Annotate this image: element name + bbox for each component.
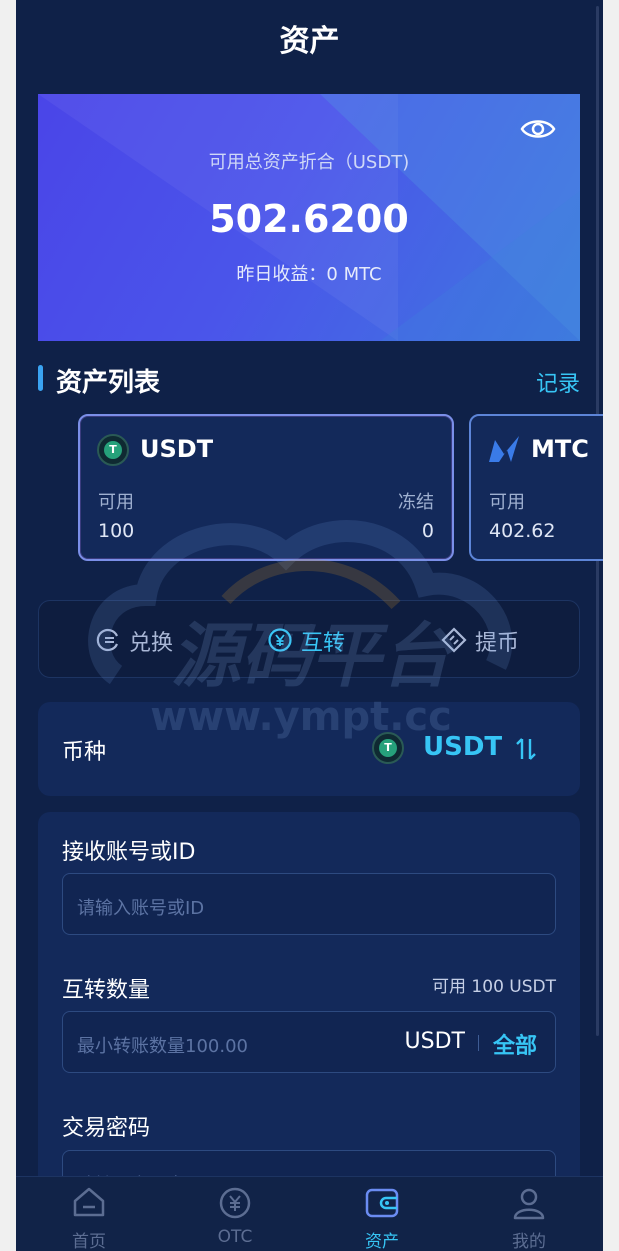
currency-selector[interactable]: 币种 T USDT — [38, 702, 580, 796]
action-tabs: 兑换 互转 提币 — [38, 600, 580, 678]
tab-label: 兑换 — [129, 631, 174, 656]
frozen-label: 冻结 — [398, 492, 434, 513]
tab-label: 提币 — [475, 631, 520, 656]
otc-icon — [219, 1187, 251, 1219]
balance-card: 可用总资产折合（USDT) 502.6200 昨日收益：0 MTC — [38, 94, 580, 341]
currency-label: 币种 — [62, 740, 107, 765]
record-link[interactable]: 记录 — [536, 366, 580, 398]
mtc-icon — [489, 436, 519, 462]
amount-label: 互转数量 — [62, 978, 151, 1003]
coin-name: USDT — [140, 435, 214, 463]
amount-placeholder: 最小转账数量100.00 — [77, 1036, 248, 1057]
account-placeholder: 请输入账号或ID — [77, 898, 205, 919]
bottom-nav: 首页 OTC 资产 我的 — [16, 1176, 603, 1251]
nav-otc[interactable]: OTC — [162, 1177, 308, 1251]
asset-list-title: 资产列表 — [56, 368, 161, 398]
page-title: 资产 — [279, 24, 340, 59]
home-icon — [73, 1187, 105, 1217]
yen-transfer-icon — [268, 628, 292, 652]
balance-label: 可用总资产折合（USDT) — [208, 152, 410, 173]
amount-available: 可用 100 USDT — [432, 977, 556, 997]
available-label: 可用 — [489, 492, 525, 513]
coin-name: MTC — [531, 435, 589, 463]
nav-label: 首页 — [72, 1232, 106, 1251]
withdraw-icon — [441, 627, 467, 653]
nav-label: OTC — [217, 1227, 253, 1247]
coin-card-mtc[interactable]: MTC 可用 402.62 — [469, 414, 603, 561]
password-label: 交易密码 — [62, 1116, 151, 1141]
nav-label: 资产 — [365, 1232, 399, 1251]
amount-input[interactable]: 最小转账数量100.00 USDT 全部 — [62, 1011, 556, 1073]
available-label: 可用 — [98, 492, 134, 513]
available-value: 402.62 — [489, 520, 556, 542]
section-accent-bar — [38, 365, 43, 391]
nav-home[interactable]: 首页 — [16, 1177, 162, 1251]
exchange-icon — [96, 628, 119, 652]
currency-value: USDT — [423, 732, 503, 762]
eye-icon[interactable] — [520, 116, 556, 142]
all-button[interactable]: 全部 — [493, 1028, 537, 1060]
frozen-value: 0 — [421, 520, 434, 542]
account-label: 接收账号或ID — [62, 840, 196, 865]
asset-page: 资产 可用总资产折合（USDT) 502.6200 昨日收益：0 MTC 资产列… — [16, 0, 603, 1251]
balance-amount: 502.6200 — [209, 197, 409, 241]
yesterday-earnings: 昨日收益：0 MTC — [236, 264, 382, 285]
user-icon — [513, 1188, 545, 1220]
divider — [478, 1035, 479, 1051]
coin-card-usdt[interactable]: T USDT 可用 冻结 100 0 — [78, 414, 454, 561]
amount-unit: USDT — [404, 1029, 465, 1054]
nav-mine[interactable]: 我的 — [456, 1177, 602, 1251]
usdt-icon: T — [97, 434, 129, 466]
wallet-icon — [365, 1188, 399, 1218]
usdt-icon: T — [372, 732, 404, 764]
nav-assets[interactable]: 资产 — [309, 1177, 455, 1251]
tab-label: 互转 — [301, 631, 346, 656]
account-input[interactable]: 请输入账号或ID — [62, 873, 556, 935]
nav-label: 我的 — [512, 1232, 546, 1251]
available-value: 100 — [98, 520, 135, 542]
swap-icon[interactable] — [514, 736, 538, 762]
